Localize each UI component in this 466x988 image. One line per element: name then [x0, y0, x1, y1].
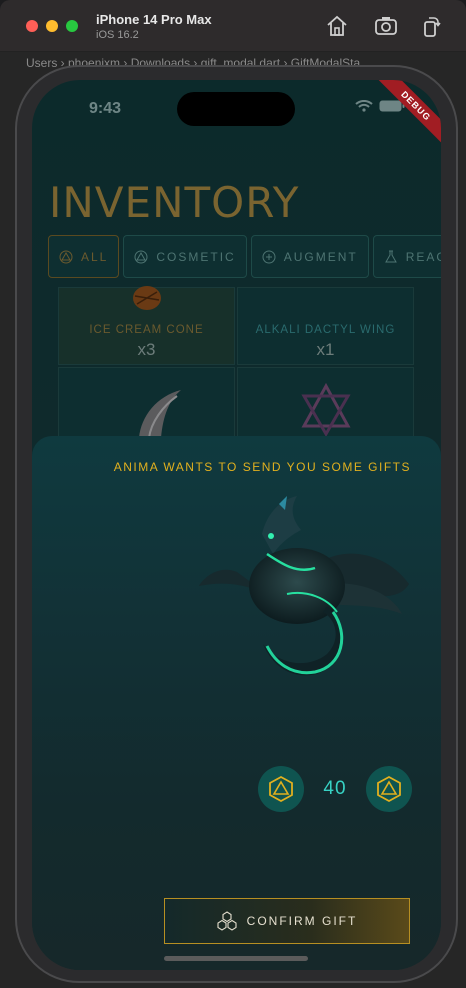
inventory-item-card[interactable]: ALKALI DACTYL WING x1 [237, 287, 414, 365]
decrease-amount-button[interactable] [258, 766, 304, 812]
confirm-gift-label: CONFIRM GIFT [246, 914, 358, 928]
gift-modal: ANIMA WANTS TO SEND YOU SOME GIFTS 40 CO… [32, 436, 441, 970]
increase-amount-button[interactable] [366, 766, 412, 812]
tab-label: AUGMENT [283, 249, 358, 264]
flask-icon [384, 250, 397, 262]
ice-cream-icon [133, 286, 161, 310]
horn-icon [139, 390, 181, 438]
simulator-title-bar: iPhone 14 Pro Max iOS 16.2 [0, 0, 466, 52]
crystal-icon [301, 382, 351, 437]
tab-cosmetic[interactable]: COSMETIC [123, 235, 247, 278]
hex-cluster-icon [217, 911, 237, 931]
device-os: iOS 16.2 [96, 29, 139, 41]
dragon-creature-image [199, 496, 409, 676]
confirm-gift-button[interactable]: CONFIRM GIFT [164, 898, 410, 944]
screenshot-icon[interactable] [374, 14, 398, 38]
inventory-tabs: ALL COSMETIC AUGMENT REAG [48, 235, 441, 278]
home-indicator[interactable] [164, 956, 308, 961]
inventory-item-card[interactable]: ICE CREAM CONE x3 [58, 286, 235, 365]
tab-label: COSMETIC [156, 249, 236, 264]
page-title: INVENTORY [49, 178, 300, 227]
gift-amount-stepper: 40 [258, 766, 412, 812]
item-name: ALKALI DACTYL WING [255, 324, 396, 336]
tab-augment[interactable]: AUGMENT [250, 235, 369, 278]
tab-reagent[interactable]: REAG [372, 235, 441, 278]
item-name: ICE CREAM CONE [89, 324, 204, 336]
tab-all[interactable]: ALL [48, 235, 120, 278]
inventory-item-card[interactable] [237, 367, 414, 437]
zoom-window-button[interactable] [66, 20, 78, 32]
d20-icon [269, 775, 293, 803]
d20-icon [377, 775, 401, 803]
modal-heading: ANIMA WANTS TO SEND YOU SOME GIFTS [113, 460, 411, 474]
rotate-icon[interactable] [419, 14, 443, 38]
tab-label: ALL [81, 249, 109, 264]
minimize-window-button[interactable] [46, 20, 58, 32]
home-icon[interactable] [325, 14, 349, 38]
gift-amount-value: 40 [323, 778, 347, 799]
tab-label: REAG [405, 249, 441, 264]
item-quantity: x3 [137, 340, 156, 359]
item-quantity: x1 [316, 340, 335, 359]
sparkle-icon [262, 250, 276, 263]
tetra-icon [134, 250, 148, 263]
device-name: iPhone 14 Pro Max [96, 12, 212, 27]
close-window-button[interactable] [26, 20, 38, 32]
app-screen: 9:43 DEBUG INVENTORY ALL COSMETIC AUGMEN… [32, 80, 441, 970]
tetra-icon [59, 250, 73, 263]
inventory-item-card[interactable] [58, 367, 235, 438]
